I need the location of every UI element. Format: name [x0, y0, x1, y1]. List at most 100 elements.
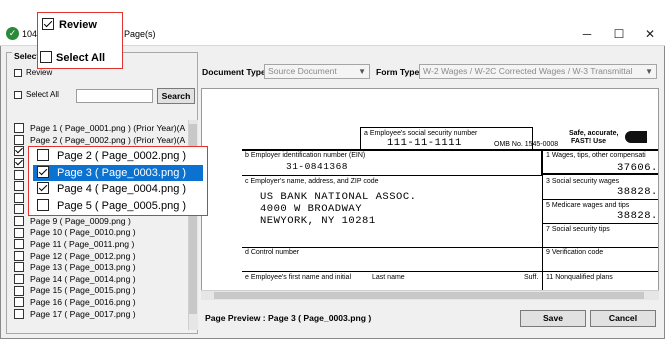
callout-page-label: Page 2 ( Page_0002.png ) [57, 150, 187, 162]
document-type-value: Source Document [268, 66, 337, 76]
form-type-value: W-2 Wages / W-2C Corrected Wages / W-3 T… [423, 66, 633, 76]
search-button[interactable]: Search [157, 88, 195, 104]
box7-label: 7 Social security tips [546, 226, 610, 233]
suffix-label: Suff. [524, 274, 539, 281]
box3-label: 3 Social security wages [546, 178, 620, 185]
page-label: Page 1 ( Page_0001.png ) (Prior Year)(A [30, 123, 186, 133]
page-label: Page 16 ( Page_0016.png ) [30, 297, 136, 307]
page-checkbox[interactable] [14, 285, 24, 296]
chevron-down-icon: ▼ [358, 67, 366, 76]
ssn-value: 111-11-1111 [387, 137, 462, 149]
safe-label-1: Safe, accurate, [569, 130, 619, 137]
safe-label-2: FAST! Use [571, 138, 607, 145]
page-list-item[interactable]: Page 11 ( Page_0011.png ) [9, 238, 196, 250]
box5-label: 5 Medicare wages and tips [546, 202, 630, 209]
box1-value: 37606.2 [617, 162, 658, 174]
callout-page-checkbox[interactable] [37, 198, 49, 211]
callout-page-item[interactable]: Page 2 ( Page_0002.png ) [33, 148, 203, 164]
save-button[interactable]: Save [520, 310, 586, 327]
page-checkbox[interactable] [14, 146, 24, 157]
callout-page-item[interactable]: Page 3 ( Page_0003.png ) [33, 164, 203, 181]
callout-page-checkbox[interactable] [37, 165, 49, 178]
preview-scroll-thumb[interactable] [214, 292, 644, 299]
callout-page-label: Page 5 ( Page_0005.png ) [57, 199, 187, 212]
page-label: Page 15 ( Page_0015.png ) [30, 285, 136, 296]
select-all-checkbox[interactable] [14, 91, 22, 99]
callout-page-item[interactable]: Page 4 ( Page_0004.png ) [33, 181, 203, 197]
box9-label: 9 Verification code [546, 249, 604, 256]
document-type-label: Document Type [202, 67, 266, 77]
preview-caption: Page Preview : Page 3 ( Page_0003.png ) [205, 313, 372, 323]
document-type-select[interactable]: Source Document ▼ [264, 64, 370, 79]
control-number-label: d Control number [245, 249, 300, 256]
page-label: Page 2 ( Page_0002.png ) (Prior Year)(A [30, 134, 186, 145]
page-checkbox[interactable] [14, 274, 24, 285]
review-select-all-callout: Review Select All [37, 12, 123, 69]
page-checkbox[interactable] [14, 204, 24, 215]
maximize-button[interactable]: ☐ [604, 24, 634, 44]
page-list-item[interactable]: Page 9 ( Page_0009.png ) [9, 215, 196, 227]
box11-label: 11 Nonqualified plans [546, 274, 613, 281]
page-checkbox[interactable] [14, 123, 24, 134]
ein-value: 31-0841368 [286, 161, 349, 172]
page-checkbox[interactable] [14, 169, 24, 180]
omb-number: OMB No. 1545-0008 [494, 141, 559, 148]
page-list-item[interactable]: Page 16 ( Page_0016.png ) [9, 296, 196, 308]
page-checkbox[interactable] [14, 262, 24, 273]
page-checkbox[interactable] [14, 308, 24, 319]
page-label: Page 13 ( Page_0013.png ) [30, 262, 136, 273]
page-label: Page 10 ( Page_0010.png ) [30, 227, 136, 238]
page-label: Page 11 ( Page_0011.png ) [30, 239, 135, 249]
page-list-item[interactable]: Page 13 ( Page_0013.png ) [9, 261, 196, 273]
page-checkbox[interactable] [14, 239, 24, 250]
page-label: Page 14 ( Page_0014.png ) [30, 273, 136, 284]
callout-select-all-label: Select All [56, 52, 106, 64]
page-checkbox[interactable] [14, 181, 24, 192]
last-name-label: Last name [372, 274, 405, 281]
callout-page-label: Page 3 ( Page_0003.png ) [57, 166, 187, 179]
close-button[interactable]: ✕ [635, 24, 665, 44]
page-list-item[interactable]: Page 15 ( Page_0015.png ) [9, 284, 196, 296]
callout-review-checkbox[interactable] [42, 18, 54, 31]
page-list-item[interactable]: Page 14 ( Page_0014.png ) [9, 273, 196, 285]
page-list-item[interactable]: Page 10 ( Page_0010.png ) [9, 226, 196, 238]
callout-page-checkbox[interactable] [37, 182, 49, 195]
page-preview: a Employee's social security number 111-… [201, 88, 659, 300]
form-type-label: Form Type [376, 67, 420, 77]
callout-page-item[interactable]: Page 5 ( Page_0005.png ) [33, 198, 203, 214]
page-list-item[interactable]: Page 12 ( Page_0012.png ) [9, 250, 196, 262]
page-checkbox[interactable] [14, 297, 24, 308]
callout-page-label: Page 4 ( Page_0004.png ) [57, 183, 187, 195]
page-list-item[interactable]: Page 1 ( Page_0001.png ) (Prior Year)(A [9, 122, 196, 134]
employer-line2: 4000 W BROADWAY [260, 203, 363, 215]
employer-line1: US BANK NATIONAL ASSOC. [260, 191, 417, 203]
page-checkbox[interactable] [14, 250, 24, 261]
page-checkbox[interactable] [14, 227, 24, 238]
box1-label: 1 Wages, tips, other compensati [546, 152, 646, 159]
callout-select-all-checkbox[interactable] [40, 51, 52, 64]
form-type-select[interactable]: W-2 Wages / W-2C Corrected Wages / W-3 T… [419, 64, 657, 79]
page-checkbox[interactable] [14, 158, 24, 169]
page-checkbox[interactable] [14, 192, 24, 203]
page-list-item[interactable]: Page 17 ( Page_0017.png ) [9, 308, 196, 320]
page-checkbox[interactable] [14, 134, 24, 145]
pages-callout: Page 2 ( Page_0002.png ) Page 3 ( Page_00… [28, 146, 208, 216]
page-checkbox[interactable] [14, 216, 24, 227]
box5-value: 38828.1 [617, 210, 658, 222]
box-a-label: a Employee's social security number [364, 130, 478, 137]
page-list-item[interactable]: Page 2 ( Page_0002.png ) (Prior Year)(A [9, 134, 196, 146]
chevron-down-icon: ▼ [645, 67, 653, 76]
minimize-button[interactable]: ─ [572, 24, 602, 44]
app-icon: ✓ [6, 27, 19, 40]
window-title-suffix: Page(s) [124, 29, 156, 39]
page-label: Page 17 ( Page_0017.png ) [30, 308, 136, 319]
cancel-button[interactable]: Cancel [590, 310, 656, 327]
callout-review-row[interactable]: Review [42, 17, 118, 33]
callout-page-checkbox[interactable] [37, 149, 49, 162]
search-input[interactable] [76, 89, 153, 103]
irs-logo-icon [625, 131, 647, 143]
callout-select-all-row[interactable]: Select All [40, 50, 122, 66]
page-label: Page 9 ( Page_0009.png ) [30, 215, 131, 226]
review-checkbox[interactable] [14, 69, 22, 77]
callout-review-label: Review [59, 19, 97, 31]
